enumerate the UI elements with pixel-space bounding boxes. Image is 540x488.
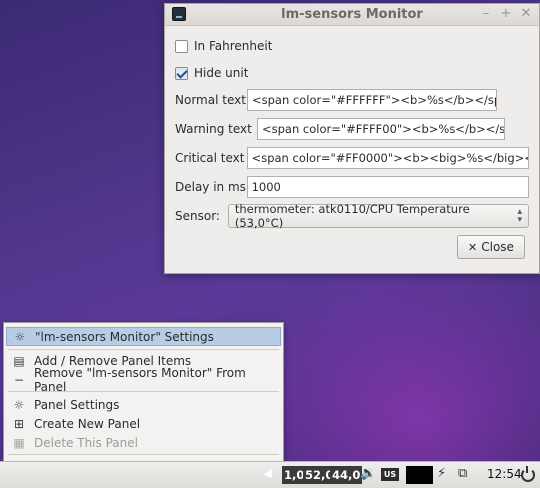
menu-item-label: "lm-sensors Monitor" Settings (35, 329, 214, 344)
menu-separator (8, 349, 279, 350)
warning-text-label: Warning text (175, 122, 252, 136)
menu-item-label: Panel Settings (34, 397, 120, 412)
power-lightning-icon[interactable]: ⚡ (437, 466, 446, 481)
hide-unit-checkbox[interactable] (175, 66, 188, 80)
minus-icon: − (13, 372, 24, 387)
minimize-icon[interactable]: – (479, 6, 493, 22)
settings-dialog: lm-sensors Monitor – + ✕ In Fahrenheit H… (164, 3, 540, 274)
menu-item-label: Create New Panel (34, 416, 141, 431)
gear-icon: ☼ (14, 329, 26, 344)
keyboard-layout-indicator[interactable]: US (381, 468, 399, 481)
close-button-label: Close (481, 240, 514, 254)
close-icon: ✕ (468, 240, 478, 254)
menu-item-panel-settings[interactable]: ☼ Panel Settings (6, 395, 281, 414)
normal-text-label: Normal text (175, 93, 246, 107)
hide-unit-row[interactable]: Hide unit (175, 66, 529, 80)
shutdown-icon[interactable] (521, 466, 535, 482)
delay-label: Delay in ms (175, 180, 246, 194)
menu-item-remove-plugin[interactable]: − Remove "lm-sensors Monitor" From Panel (6, 366, 281, 394)
clock[interactable]: 12:54 (487, 467, 522, 481)
menu-separator (8, 391, 279, 392)
fahrenheit-checkbox[interactable] (175, 39, 188, 53)
delay-input[interactable]: 1000 (246, 176, 529, 198)
fahrenheit-row[interactable]: In Fahrenheit (175, 39, 529, 53)
gear-icon: ☼ (13, 397, 25, 412)
maximize-icon[interactable]: + (499, 6, 513, 22)
sensor-select[interactable]: thermometer: atk0110/CPU Temperature (53… (227, 202, 529, 230)
chevron-updown-icon: ▴ ▾ (517, 207, 522, 225)
close-icon[interactable]: ✕ (519, 6, 533, 22)
title-bar[interactable]: lm-sensors Monitor – + ✕ (165, 4, 539, 26)
sensor-label: Sensor: (175, 209, 220, 223)
panel-context-menu: ☼ "lm-sensors Monitor" Settings ▤ Add / Re… (3, 322, 284, 478)
fahrenheit-label: In Fahrenheit (194, 39, 273, 53)
list-icon: ▤ (13, 353, 25, 368)
menu-item-delete-panel: ▦ Delete This Panel (6, 433, 281, 452)
menu-item-plugin-settings[interactable]: ☼ "lm-sensors Monitor" Settings (6, 327, 281, 346)
normal-text-input[interactable]: <span color="#FFFFFF"><b>%s</b></span> (247, 89, 497, 111)
menu-item-label: Remove "lm-sensors Monitor" From Panel (33, 365, 246, 394)
warning-text-input[interactable]: <span color="#FFFF00"><b>%s</b></span> (257, 118, 505, 140)
delete-icon: ▦ (13, 435, 25, 450)
workspace-switcher-icon[interactable]: ⧉ (458, 466, 467, 481)
sensor-select-value: thermometer: atk0110/CPU Temperature (53… (234, 202, 470, 230)
menu-separator (8, 454, 279, 455)
sensor-value-3[interactable]: 44,0 (330, 466, 363, 484)
hide-unit-label: Hide unit (194, 66, 249, 80)
tray-applet[interactable] (406, 466, 433, 484)
add-icon: ⊞ (13, 416, 25, 431)
critical-text-input[interactable]: <span color="#FF0000"><b><big>%s</big></… (246, 147, 529, 169)
menu-item-label: Delete This Panel (34, 435, 138, 450)
menu-item-create-panel[interactable]: ⊞ Create New Panel (6, 414, 281, 433)
volume-icon[interactable]: 🔉 (360, 466, 376, 481)
critical-text-label: Critical text (175, 151, 245, 165)
close-button[interactable]: ✕ Close (457, 235, 525, 259)
